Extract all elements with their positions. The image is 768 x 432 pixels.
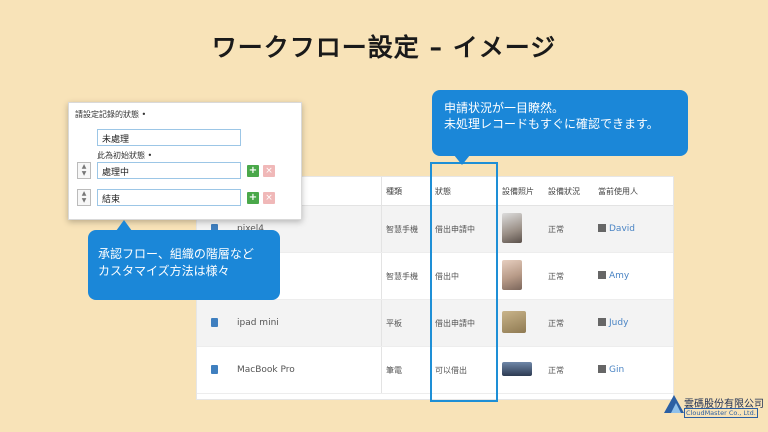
device-photo[interactable] [502,260,522,290]
company-name-en: CloudMaster Co., Ltd. [684,408,758,418]
header-condition[interactable]: 設備狀況 [544,177,594,206]
device-condition: 正常 [544,205,594,253]
device-condition: 正常 [544,252,594,300]
current-user[interactable]: Amy [609,271,629,281]
device-photo[interactable] [502,311,526,333]
remove-status-button[interactable]: × [263,165,275,177]
status-settings-panel: 請設定記錄的狀態 • 未處理 此為初始狀態 • ▲ ▼ 處理中 + × ▲ ▼ 結束… [68,102,302,220]
add-status-button[interactable]: + [247,165,259,177]
status-input-second[interactable]: 處理中 [97,162,241,179]
file-icon[interactable] [211,317,218,327]
user-icon [598,318,606,326]
status-column-highlight [430,162,498,402]
device-type: 智慧手機 [381,205,431,253]
current-user[interactable]: Gin [609,365,624,375]
device-type: 平板 [381,299,431,347]
status-input-third[interactable]: 結束 [97,189,241,206]
user-icon [598,271,606,279]
header-photo[interactable]: 設備照片 [497,177,544,206]
header-type[interactable]: 種類 [381,177,431,206]
user-icon [598,224,606,232]
callout-customization: 承認フロー、組織の階層など カスタマイズ方法は様々 [88,220,280,300]
device-photo[interactable] [502,213,522,243]
device-type: 智慧手機 [381,252,431,300]
current-user[interactable]: Judy [609,318,628,328]
order-spinner[interactable]: ▲ ▼ [77,162,91,179]
device-name[interactable]: ipad mini [233,299,382,347]
company-logo: 雲碼股份有限公司 CloudMaster Co., Ltd. [664,393,764,423]
initial-status-label: 此為初始狀態 • [97,151,153,160]
slide-title: ワークフロー設定 – イメージ [211,33,557,62]
device-condition: 正常 [544,299,594,347]
status-settings-label: 請設定記錄的狀態 • [75,110,147,119]
current-user[interactable]: David [609,224,635,234]
device-name[interactable]: MacBook Pro [233,346,382,394]
device-type: 筆電 [381,346,431,394]
device-condition: 正常 [544,346,594,394]
status-input-first[interactable]: 未處理 [97,129,241,146]
add-status-button[interactable]: + [247,192,259,204]
header-user[interactable]: 當前使用人 [594,177,673,206]
file-icon[interactable] [211,364,218,374]
user-icon [598,365,606,373]
callout-status-overview: 申請状況が一目瞭然。 未処理レコードもすぐに確認できます。 [432,90,688,165]
order-spinner[interactable]: ▲ ▼ [77,189,91,206]
device-photo[interactable] [502,362,532,376]
remove-status-button[interactable]: × [263,192,275,204]
